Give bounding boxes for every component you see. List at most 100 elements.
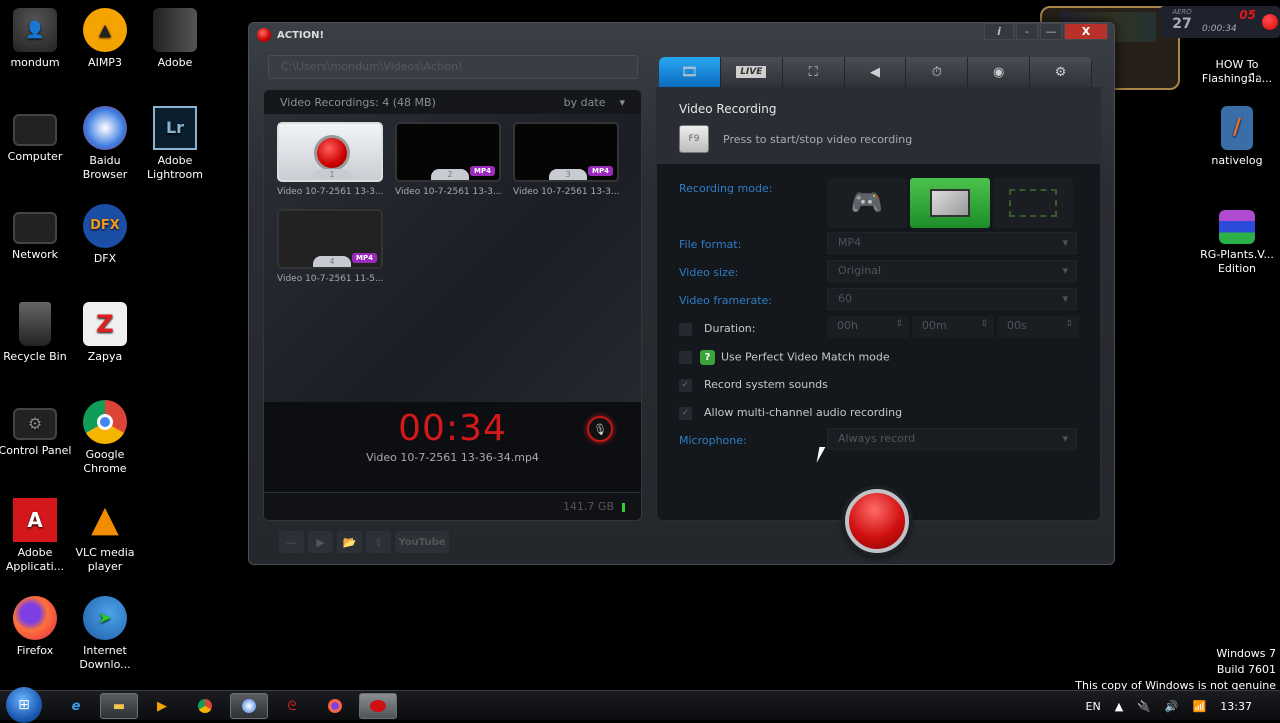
format-badge: MP4	[588, 166, 613, 176]
play-button[interactable]: ▶	[308, 531, 333, 553]
desktop-icon-aimp3[interactable]: ▲ AIMP3	[67, 8, 143, 70]
desktop-icon-adobe[interactable]: Adobe	[137, 8, 213, 70]
taskbar-explorer[interactable]: ▬	[100, 693, 138, 719]
aimp-icon: ▲	[83, 8, 127, 52]
taskbar: ⊞ e ▬ ▶ ᘓ EN ▲ 🔌 🔊 📶 13:37	[0, 687, 1280, 723]
duration-seconds-stepper[interactable]: 00s	[997, 316, 1079, 338]
microphone-label: Microphone:	[679, 434, 747, 447]
volume-icon[interactable]: 🔊	[1165, 700, 1179, 713]
recording-thumbnail[interactable]: 4 MP4 Video 10-7-2561 11-5...	[277, 209, 384, 284]
garena-icon: ᘓ	[287, 698, 297, 714]
microphone-dropdown[interactable]: Always record	[827, 428, 1077, 450]
video-record-icon: 🎞	[681, 64, 698, 80]
desktop-icon-computer[interactable]: Computer	[0, 106, 73, 164]
user-icon: 👤	[13, 8, 57, 52]
mode-desktop-button[interactable]	[910, 178, 990, 228]
firefox-icon	[328, 699, 342, 713]
duration-minutes-stepper[interactable]: 00m	[912, 316, 994, 338]
desktop-icon-vlc[interactable]: ▲ VLC media player	[67, 498, 143, 574]
desktop-icon-adobe-applications[interactable]: A Adobe Applicati...	[0, 498, 73, 574]
help-icon[interactable]: ?	[700, 350, 715, 365]
file-format-dropdown[interactable]: MP4	[827, 232, 1077, 254]
desktop-icon-how-to-flashing[interactable]: HOW To Flashingมือ...	[1197, 30, 1277, 86]
taskbar-action[interactable]	[359, 693, 397, 719]
control-panel-icon: ⚙	[13, 408, 57, 440]
taskbar-chrome[interactable]	[186, 693, 224, 719]
close-button[interactable]: X	[1064, 23, 1108, 40]
tab-video-recording[interactable]: 🎞	[659, 57, 721, 87]
minimize-button[interactable]: —	[1040, 23, 1062, 40]
recording-thumbnail[interactable]: 1 Video 10-7-2561 13-3...	[277, 122, 384, 197]
output-path-field[interactable]: C:\Users\mondum\Videos\Action!	[268, 55, 638, 79]
info-button[interactable]: i	[984, 23, 1014, 40]
clock[interactable]: 13:37	[1220, 700, 1252, 713]
tab-settings[interactable]: ⚙	[1030, 57, 1092, 87]
chevron-down-icon: ▾	[619, 95, 625, 109]
desktop-icon-control-panel[interactable]: ⚙ Control Panel	[0, 400, 73, 458]
desktop-icon-network[interactable]: Network	[0, 204, 73, 262]
microphone-icon: 🎙	[593, 422, 607, 436]
panel-title: Video Recording	[679, 102, 777, 116]
desktop-icon-dfx[interactable]: DFX DFX	[67, 204, 143, 266]
window-title: ACTION!	[257, 28, 324, 42]
dfx-icon: DFX	[83, 204, 127, 248]
show-hidden-icons-icon[interactable]: ▲	[1115, 700, 1123, 713]
desktop-icon-mondum[interactable]: 👤 mondum	[0, 8, 73, 70]
chrome-icon	[198, 699, 212, 713]
recycle-bin-icon	[19, 302, 51, 346]
taskbar-baidu[interactable]	[230, 693, 268, 719]
system-sounds-checkbox[interactable]: ✓	[679, 378, 692, 392]
recording-thumbnail[interactable]: 3 MP4 Video 10-7-2561 13-3...	[513, 122, 620, 197]
vlc-icon: ▲	[91, 499, 119, 540]
perfect-match-checkbox[interactable]	[679, 351, 692, 364]
desktop-icon-recycle-bin[interactable]: Recycle Bin	[0, 302, 73, 364]
language-indicator[interactable]: EN	[1086, 700, 1101, 713]
sort-dropdown[interactable]: by date ▾	[564, 96, 625, 109]
duration-checkbox[interactable]	[679, 322, 692, 336]
power-icon[interactable]: 🔌	[1137, 700, 1151, 713]
recording-thumbnail[interactable]: 2 MP4 Video 10-7-2561 13-3...	[395, 122, 502, 197]
desktop-icon-lightroom[interactable]: Lr Adobe Lightroom	[137, 106, 213, 182]
taskbar-media-player[interactable]: ▶	[143, 693, 181, 719]
speaker-icon: ◀	[870, 64, 880, 80]
video-size-dropdown[interactable]: Original	[827, 260, 1077, 282]
start-recording-button[interactable]	[845, 489, 909, 553]
recordings-grid: 1 Video 10-7-2561 13-3... 2 MP4 Video 10-…	[264, 114, 641, 402]
network-signal-icon[interactable]: 📶	[1193, 700, 1207, 713]
desktop-icon-baidu[interactable]: Baidu Browser	[67, 106, 143, 182]
lightroom-icon: Lr	[153, 106, 197, 150]
hotkey-button[interactable]: F9	[679, 125, 709, 153]
taskbar-ie[interactable]: e	[57, 693, 95, 719]
microphone-button[interactable]: 🎙	[587, 416, 613, 442]
zapya-icon: Z	[83, 302, 127, 346]
desktop-icon-nativelog[interactable]: / nativelog	[1197, 106, 1277, 168]
desktop-icon-rg-plants[interactable]: RG-Plants.V... Edition	[1197, 204, 1277, 276]
upload-button[interactable]: ⇧	[366, 531, 391, 553]
benchmark-icon: ⛶	[808, 64, 818, 80]
mode-area-button[interactable]	[993, 178, 1073, 228]
desktop-icon-firefox[interactable]: Firefox	[0, 596, 73, 658]
recordings-count: Video Recordings: 4 (48 MB)	[280, 95, 436, 109]
tab-screenshot[interactable]: ◉	[968, 57, 1031, 87]
desktop-icon-zapya[interactable]: Z Zapya	[67, 302, 143, 364]
youtube-button[interactable]: YouTube	[395, 531, 449, 553]
desktop-icon-chrome[interactable]: Google Chrome	[67, 400, 143, 476]
desktop-icon-idm[interactable]: ➤ Internet Downlo...	[67, 596, 143, 672]
tab-live[interactable]: LIVE	[720, 57, 783, 87]
open-folder-button[interactable]: 📂	[337, 531, 362, 553]
delete-button[interactable]: —	[279, 531, 304, 553]
recording-indicator-icon	[1262, 14, 1278, 30]
mode-game-button[interactable]: 🎮	[827, 178, 907, 228]
start-button[interactable]: ⊞	[6, 687, 42, 723]
tab-timer[interactable]: ⏱	[906, 57, 969, 87]
disk-level-icon	[622, 502, 625, 512]
duration-hours-stepper[interactable]: 00h	[827, 316, 909, 338]
tab-benchmark[interactable]: ⛶	[782, 57, 845, 87]
framerate-dropdown[interactable]: 60	[827, 288, 1077, 310]
taskbar-firefox[interactable]	[316, 693, 354, 719]
minimize-to-tray-button[interactable]: -	[1016, 23, 1038, 40]
multichannel-checkbox[interactable]: ✓	[679, 406, 692, 420]
taskbar-garena[interactable]: ᘓ	[273, 693, 311, 719]
tab-audio[interactable]: ◀	[844, 57, 907, 87]
video-recording-panel: Video Recording F9 Press to start/stop v…	[656, 87, 1101, 521]
